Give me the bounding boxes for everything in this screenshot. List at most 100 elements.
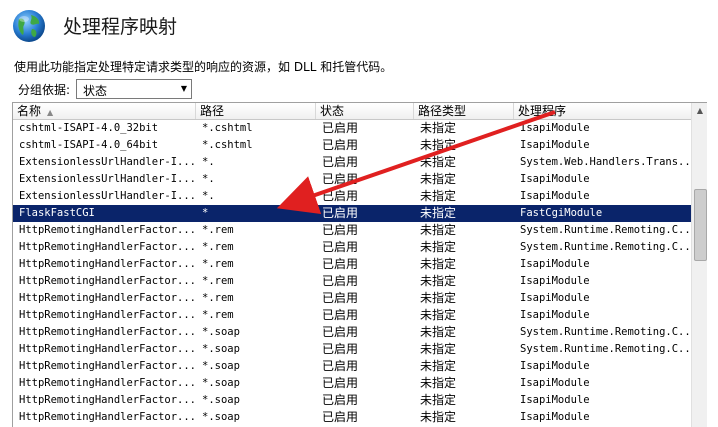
table-row[interactable]: HttpRemotingHandlerFactor... *.rem 已启用 未指定 S… — [13, 239, 691, 256]
cell-name: ExtensionlessUrlHandler-I... — [19, 156, 196, 168]
cell-name: HttpRemotingHandlerFactor... — [19, 292, 196, 304]
cell-name: HttpRemotingHandlerFactor... — [19, 275, 196, 287]
cell-handler: IsapiModule — [520, 309, 590, 321]
cell-name: ExtensionlessUrlHandler-I... — [19, 173, 196, 185]
cell-path-type: 未指定 — [420, 172, 457, 186]
cell-path-type: 未指定 — [420, 257, 457, 271]
table-row[interactable]: cshtml-ISAPI-4.0_64bit *.cshtml 已启用 未指定 Isap… — [13, 137, 691, 154]
table-row[interactable]: HttpRemotingHandlerFactor... *.soap 已启用 未指定… — [13, 341, 691, 358]
cell-handler: IsapiModule — [520, 377, 590, 389]
cell-state: 已启用 — [322, 325, 359, 339]
cell-state: 已启用 — [322, 359, 359, 373]
cell-path: *.soap — [202, 326, 240, 338]
groupby-value: 状态 — [83, 84, 108, 98]
table-row[interactable]: HttpRemotingHandlerFactor... *.soap 已启用 未指定… — [13, 358, 691, 375]
cell-path: *.rem — [202, 258, 234, 270]
table-row[interactable]: HttpRemotingHandlerFactor... *.soap 已启用 未指定… — [13, 324, 691, 341]
cell-name: ExtensionlessUrlHandler-I... — [19, 190, 196, 202]
table-row[interactable]: ExtensionlessUrlHandler-I... *. 已启用 未指定 Syst… — [13, 154, 691, 171]
globe-icon — [13, 10, 45, 42]
table-row[interactable]: HttpRemotingHandlerFactor... *.soap 已启用 未指定… — [13, 375, 691, 392]
cell-path-type: 未指定 — [420, 359, 457, 373]
cell-state: 已启用 — [322, 240, 359, 254]
cell-handler: IsapiModule — [520, 139, 590, 151]
cell-handler: System.Web.Handlers.Trans... — [520, 156, 691, 168]
scroll-up-icon[interactable]: ▲ — [692, 103, 707, 119]
cell-path: *.cshtml — [202, 122, 253, 134]
cell-state: 已启用 — [322, 291, 359, 305]
table-row[interactable]: ExtensionlessUrlHandler-I... *. 已启用 未指定 Isap… — [13, 171, 691, 188]
cell-path: *.rem — [202, 309, 234, 321]
cell-handler: System.Runtime.Remoting.C... — [520, 326, 691, 338]
cell-handler: IsapiModule — [520, 394, 590, 406]
table-row[interactable]: HttpRemotingHandlerFactor... *.rem 已启用 未指定 I… — [13, 256, 691, 273]
cell-name: HttpRemotingHandlerFactor... — [19, 258, 196, 270]
cell-state: 已启用 — [322, 257, 359, 271]
table-row[interactable]: HttpRemotingHandlerFactor... *.rem 已启用 未指定 S… — [13, 222, 691, 239]
cell-name: HttpRemotingHandlerFactor... — [19, 309, 196, 321]
cell-path-type: 未指定 — [420, 206, 457, 220]
table-row[interactable]: HttpRemotingHandlerFactor... *.rem 已启用 未指定 I… — [13, 290, 691, 307]
cell-path: *.soap — [202, 377, 240, 389]
cell-name: HttpRemotingHandlerFactor... — [19, 343, 196, 355]
cell-state: 已启用 — [322, 138, 359, 152]
groupby-label: 分组依据: — [18, 83, 71, 97]
cell-state: 已启用 — [322, 308, 359, 322]
table-row[interactable]: HttpRemotingHandlerFactor... *.rem 已启用 未指定 I… — [13, 273, 691, 290]
cell-state: 已启用 — [322, 393, 359, 407]
sort-ascending-icon: ▲ — [47, 108, 54, 117]
table-row[interactable]: HttpRemotingHandlerFactor... *.soap 已启用 未指定… — [13, 409, 691, 426]
table-row[interactable]: ExtensionlessUrlHandler-I... *. 已启用 未指定 Isap… — [13, 188, 691, 205]
groupby-select[interactable]: 状态 ▼ — [76, 79, 192, 99]
cell-handler: System.Runtime.Remoting.C... — [520, 224, 691, 236]
column-header-state[interactable]: 状态 — [316, 103, 414, 119]
table-row[interactable]: HttpRemotingHandlerFactor... *.soap 已启用 未指定… — [13, 392, 691, 409]
cell-path-type: 未指定 — [420, 393, 457, 407]
cell-path-type: 未指定 — [420, 325, 457, 339]
column-header-handler[interactable]: 处理程序 — [514, 103, 691, 119]
cell-state: 已启用 — [322, 155, 359, 169]
cell-path: *.soap — [202, 411, 240, 423]
feature-description: 使用此功能指定处理特定请求类型的响应的资源，如 DLL 和托管代码。 — [14, 60, 393, 74]
cell-path-type: 未指定 — [420, 240, 457, 254]
column-header-name[interactable]: 名称 ▲ — [13, 103, 196, 119]
cell-path-type: 未指定 — [420, 376, 457, 390]
table-row[interactable]: cshtml-ISAPI-4.0_32bit *.cshtml 已启用 未指定 Isap… — [13, 120, 691, 137]
scrollbar-thumb[interactable] — [694, 189, 707, 261]
cell-path-type: 未指定 — [420, 189, 457, 203]
chevron-down-icon[interactable]: ▼ — [177, 80, 191, 98]
cell-name: HttpRemotingHandlerFactor... — [19, 326, 196, 338]
cell-path-type: 未指定 — [420, 223, 457, 237]
vertical-scrollbar[interactable]: ▲ — [691, 103, 707, 427]
cell-handler: FastCgiModule — [520, 207, 603, 219]
cell-handler: IsapiModule — [520, 173, 590, 185]
cell-path-type: 未指定 — [420, 138, 457, 152]
cell-handler: IsapiModule — [520, 292, 590, 304]
cell-path: *.soap — [202, 343, 240, 355]
cell-path-type: 未指定 — [420, 342, 457, 356]
cell-state: 已启用 — [322, 376, 359, 390]
cell-state: 已启用 — [322, 410, 359, 424]
cell-name: HttpRemotingHandlerFactor... — [19, 224, 196, 236]
cell-name: FlaskFastCGI — [19, 207, 95, 219]
cell-name: HttpRemotingHandlerFactor... — [19, 241, 196, 253]
column-header-path[interactable]: 路径 — [196, 103, 316, 119]
cell-path: *. — [202, 156, 215, 168]
cell-handler: IsapiModule — [520, 411, 590, 423]
cell-path: *.rem — [202, 275, 234, 287]
cell-name: HttpRemotingHandlerFactor... — [19, 394, 196, 406]
handler-mappings-table: 名称 ▲ 路径 状态 路径类型 处理程序 cshtml-ISAPI-4.0_32b… — [12, 102, 707, 427]
table-row[interactable]: HttpRemotingHandlerFactor... *.rem 已启用 未指定 I… — [13, 307, 691, 324]
cell-path-type: 未指定 — [420, 291, 457, 305]
cell-path-type: 未指定 — [420, 121, 457, 135]
table-header: 名称 ▲ 路径 状态 路径类型 处理程序 — [13, 103, 691, 120]
column-header-path-type[interactable]: 路径类型 — [414, 103, 514, 119]
cell-path-type: 未指定 — [420, 274, 457, 288]
cell-name: HttpRemotingHandlerFactor... — [19, 377, 196, 389]
cell-path: *. — [202, 190, 215, 202]
cell-path: * — [202, 207, 209, 219]
table-row[interactable]: FlaskFastCGI * 已启用 未指定 FastCgiModule — [13, 205, 691, 222]
page-title: 处理程序映射 — [63, 16, 178, 38]
cell-path: *.cshtml — [202, 139, 253, 151]
cell-handler: IsapiModule — [520, 360, 590, 372]
